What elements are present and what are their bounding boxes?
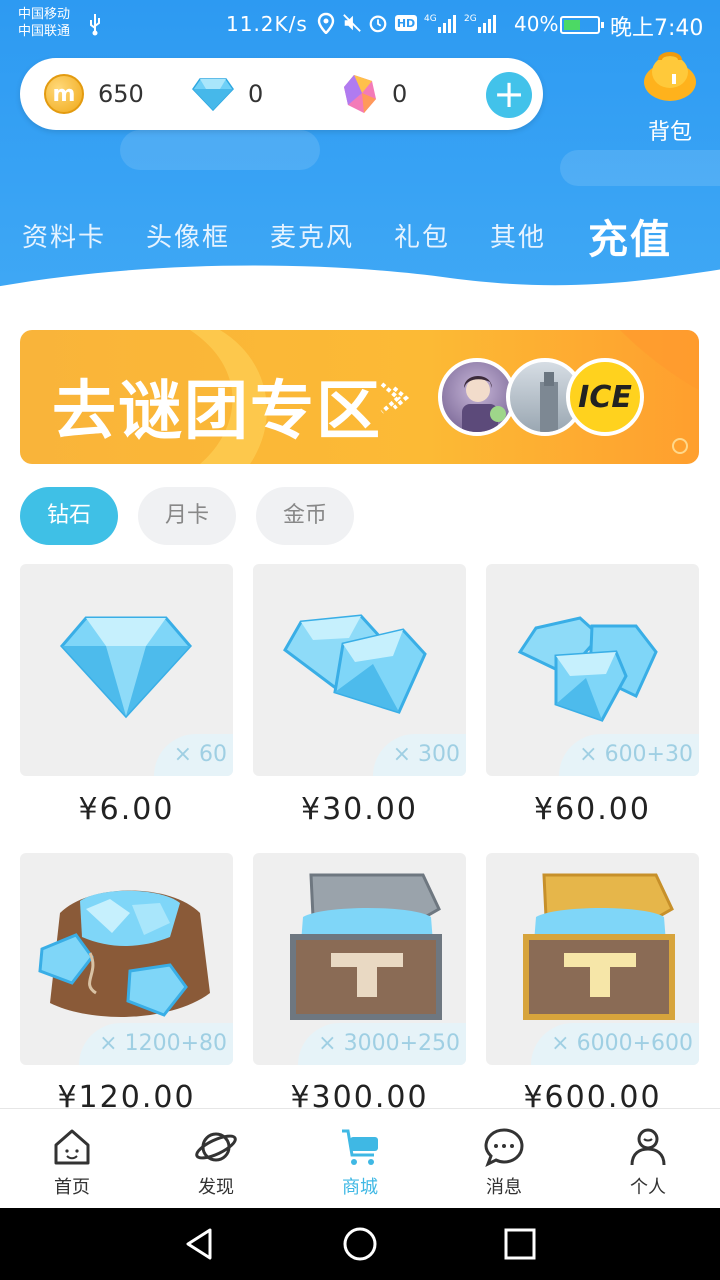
tab-avatar-frame[interactable]: 头像框 [146,217,230,254]
home-icon [54,1129,90,1165]
product-card[interactable]: × 6000+600 [486,853,699,1065]
nav-home[interactable]: 首页 [22,1109,122,1209]
subtab-diamond[interactable]: 钻石 [20,487,118,545]
category-tabs: 资料卡 头像框 麦克风 礼包 其他 充值 [0,205,720,265]
product-quantity: × 1200+80 [79,1023,233,1065]
product-quantity: × 3000+250 [298,1023,466,1065]
backpack-label: 背包 [647,120,692,145]
product-card[interactable]: × 3000+250 [253,853,466,1065]
signal-2g-icon: 2G [464,14,496,33]
net-speed: 11.2K/s [226,12,308,36]
coin-balance: m 650 [44,58,144,130]
hd-icon: HD [395,15,417,31]
nav-messages-label: 消息 [486,1177,522,1198]
cart-icon [342,1129,378,1165]
product-quantity: × 6000+600 [531,1023,699,1065]
tab-other[interactable]: 其他 [490,217,546,254]
tab-profile-card[interactable]: 资料卡 [22,217,106,254]
diamond-count: 0 [248,80,264,108]
status-icons: HD 4G 2G [316,12,498,34]
clock: 晚上7:40 [610,16,704,41]
cloud-decoration [120,130,320,170]
recents-icon[interactable] [502,1226,538,1262]
tab-recharge[interactable]: 充值 [588,207,672,265]
backpack-icon [644,52,696,101]
alarm-icon [369,15,387,33]
svg-text:HD: HD [397,17,415,30]
nav-mall-label: 商城 [342,1177,378,1198]
product-price: ¥30.00 [301,792,418,827]
subtab-coin[interactable]: 金币 [256,487,354,545]
nav-home-label: 首页 [54,1177,90,1198]
product-card[interactable]: × 60 [20,564,233,776]
home-circle-icon[interactable] [342,1226,378,1262]
crystal-balance: 0 [342,58,407,130]
tab-microphone[interactable]: 麦克风 [270,217,354,254]
nav-profile-label: 个人 [630,1177,666,1198]
product-card[interactable]: × 600+30 [486,564,699,776]
bottom-nav: 首页 发现 商城 消息 个人 [0,1108,720,1208]
battery-percent: 40% [514,12,559,36]
crystal-count: 0 [392,80,408,108]
recharge-plus-button[interactable]: + [486,72,532,118]
backpack-button[interactable]: 背包 [640,50,700,145]
product-quantity: × 600+30 [559,734,699,776]
carrier-info: 中国移动 中国联通 [18,6,70,40]
usb-icon [90,14,100,36]
status-bar: 中国移动 中国联通 11.2K/s HD 4G 2G 40% 晚上7:40 [0,0,720,50]
subtab-monthly-card[interactable]: 月卡 [138,487,236,545]
promo-banner[interactable]: 去谜团专区 ICE [20,330,699,464]
nav-discover-label: 发现 [198,1177,234,1198]
nav-profile[interactable]: 个人 [598,1109,698,1209]
svg-text:4G: 4G [424,14,437,24]
battery-icon [560,16,604,34]
nav-discover[interactable]: 发现 [166,1109,266,1209]
product-price: ¥60.00 [534,792,651,827]
system-nav-bar [0,1208,720,1280]
crystal-icon [344,75,376,113]
avatar-badge-text: ICE [578,379,632,415]
product-card[interactable]: × 300 [253,564,466,776]
banner-title: 去谜团专区 [52,375,382,449]
coin-icon: m [44,74,84,114]
product-price: ¥6.00 [78,792,175,827]
carrier-2: 中国联通 [18,24,71,39]
nav-mall[interactable]: 商城 [310,1109,410,1209]
avatar: ICE [566,358,644,436]
svg-text:2G: 2G [464,14,477,24]
signal-4g-icon: 4G [424,14,456,33]
product-card[interactable]: × 1200+80 [20,853,233,1065]
cloud-decoration [560,150,720,186]
chevron-right-icon [380,382,410,414]
chat-icon [484,1128,524,1168]
location-icon [317,12,335,34]
mute-icon [343,14,361,32]
diamond-icon [192,78,234,111]
tab-gift-pack[interactable]: 礼包 [394,217,450,254]
coin-count: 650 [98,80,144,108]
nav-messages[interactable]: 消息 [454,1109,554,1209]
carrier-1: 中国移动 [18,7,71,22]
diamond-balance: 0 [192,58,263,130]
planet-icon [195,1132,237,1162]
wallet-bar: m 650 0 0 + [20,58,543,130]
back-icon[interactable] [182,1226,218,1262]
person-icon [630,1128,666,1166]
avatar [438,358,516,436]
